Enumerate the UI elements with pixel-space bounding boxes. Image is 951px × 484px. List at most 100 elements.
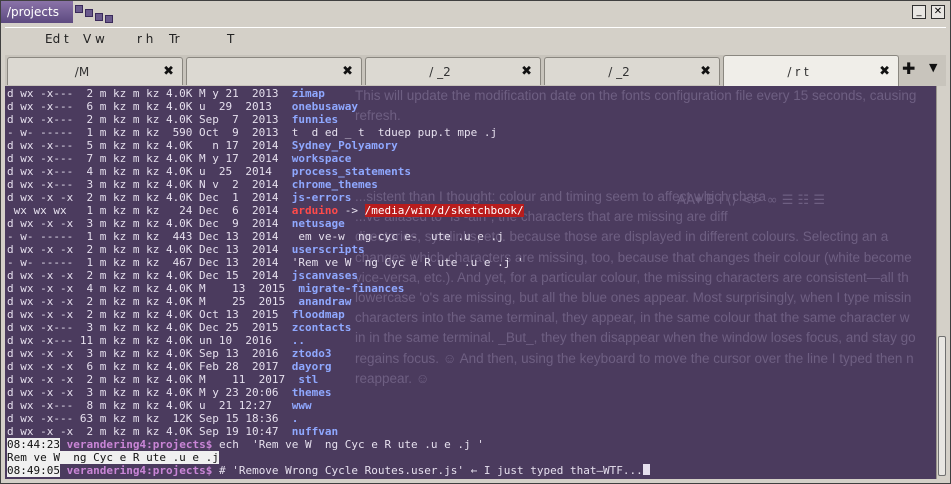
listing-row: d wx -x--- 4 m kz m kz 4.0K u 25 2014 pr… (7, 165, 650, 178)
listing-meta: d wx -x -x 2 m kz m kz 4.0K M 25 2015 (7, 295, 299, 308)
tab-label: / r t (787, 65, 809, 79)
listing-meta: d wx -x--- 63 m kz m kz 12K Sep 15 18:36 (7, 412, 292, 425)
window-title: /projects (1, 1, 73, 23)
listing-row: - w- ----- 1 m kz m kz 443 Dec 13 2014 e… (7, 230, 650, 243)
menu-bar: Ed t V w r h Tr T (5, 27, 946, 53)
listing-dir-name: onebusaway (291, 100, 359, 113)
listing-meta: d wx -x--- 4 m kz m kz 4.0K u 25 2014 (7, 165, 292, 178)
listing-row: d wx -x--- 3 m kz m kz 4.0K N v 2 2014 c… (7, 178, 650, 191)
listing-dir-name: userscripts (291, 243, 365, 256)
terminal-output[interactable]: This will update the modification date o… (5, 86, 936, 479)
close-window-button[interactable]: ✕ (931, 5, 945, 19)
tab-3[interactable]: / _2 ✖ (365, 57, 541, 85)
listing-meta: wx wx wx 1 m kz m kz 24 Dec 6 2014 (7, 204, 292, 217)
listing-link-arrow: -> (338, 204, 365, 217)
listing-row: d wx -x--- 2 m kz m kz 4.0K M y 21 2013 … (7, 87, 650, 100)
listing-meta: d wx -x--- 3 m kz m kz 4.0K N v 2 2014 (7, 178, 292, 191)
listing-dir-name: www (291, 399, 312, 412)
listing-row: d wx -x--- 6 m kz m kz 4.0K u 29 2013 on… (7, 100, 650, 113)
listing-row: d wx -x -x 3 m kz m kz 4.0K Sep 13 2016 … (7, 347, 650, 360)
listing-meta: d wx -x -x 2 m kz m kz 4.0K Sep 19 10:47 (7, 425, 292, 438)
listing-row: d wx -x--- 63 m kz m kz 12K Sep 15 18:36… (7, 412, 650, 425)
tab-4[interactable]: / _2 ✖ (544, 57, 720, 85)
listing-dir-name: . (291, 412, 299, 425)
listing-link-target: /media/win/d/sketchbook/ (364, 204, 524, 217)
listing-row: d wx -x -x 4 m kz m kz 4.0K M 13 2015 mi… (7, 282, 650, 295)
output-text: Rem ve W ng Cyc e R ute .u e .j (7, 451, 219, 464)
terminal-lines: d wx -x--- 2 m kz m kz 4.0K M y 21 2013 … (7, 87, 650, 477)
listing-meta: - w- ----- 1 m kz m kz 443 Dec 13 2014 (7, 230, 292, 243)
prompt-separator: : (146, 464, 153, 477)
menu-search[interactable]: r h (137, 32, 153, 46)
listing-meta: d wx -x--- 7 m kz m kz 4.0K M y 17 2014 (7, 152, 292, 165)
tab-bar: /M ✖ ✖ / _2 ✖ / _2 ✖ / r t ✖ ✚ ▼ (5, 55, 946, 86)
listing-file-name: 'Rem ve W ng Cyc e R ute .u e .j ' (291, 256, 524, 269)
tab-label: / _2 (429, 65, 451, 79)
listing-row: d wx -x--- 8 m kz m kz 4.0K u 21 12:27 w… (7, 399, 650, 412)
tab-list-chevron-down-icon[interactable]: ▼ (929, 61, 937, 74)
title-bar[interactable]: /projects _ ✕ (1, 1, 950, 23)
prompt-user: verandering4 (66, 464, 147, 477)
listing-dir-name: netusage (291, 217, 345, 230)
menu-terminal[interactable]: Tr (169, 32, 180, 46)
tab-label: / _2 (608, 65, 630, 79)
prompt-cwd: projects (152, 438, 206, 451)
listing-dir-name: .. (291, 334, 306, 347)
prompt-timestamp: 08:44:23 (7, 438, 60, 451)
tab-close-icon[interactable]: ✖ (700, 64, 711, 79)
listing-row: d wx -x -x 2 m kz m kz 4.0K Sep 19 10:47… (7, 425, 650, 438)
listing-meta: d wx -x--- 11 m kz m kz 4.0K un 10 2016 (7, 334, 292, 347)
listing-meta: d wx -x -x 3 m kz m kz 4.0K M y 23 20:06 (7, 386, 292, 399)
tab-close-icon[interactable]: ✖ (879, 64, 890, 79)
prompt-line: 08:44:23 verandering4:projects$ ech 'Rem… (7, 438, 650, 451)
tab-close-icon[interactable]: ✖ (342, 64, 353, 79)
listing-dir-name: js-errors (291, 191, 352, 204)
listing-dir-name: chrome_themes (291, 178, 378, 191)
listing-meta: d wx -x -x 6 m kz m kz 4.0K Feb 28 2017 (7, 360, 292, 373)
tab-close-icon[interactable]: ✖ (521, 64, 532, 79)
prompt-line: 08:49:05 verandering4:projects$ # 'Remov… (7, 464, 650, 477)
terminal-window: /projects _ ✕ Ed t V w r h Tr T /M ✖ ✖ /… (0, 0, 951, 484)
menu-view[interactable]: V w (83, 32, 105, 46)
listing-dir-name: workspace (291, 152, 352, 165)
tab-1[interactable]: /M ✖ (7, 57, 183, 85)
listing-meta: d wx -x -x 3 m kz m kz 4.0K Sep 13 2016 (7, 347, 292, 360)
listing-link-name: arduino (291, 204, 339, 217)
listing-row: d wx -x -x 2 m kz m kz 4.0K Dec 15 2014 … (7, 269, 650, 282)
listing-meta: d wx -x -x 4 m kz m kz 4.0K M 13 2015 (7, 282, 299, 295)
listing-dir-name: themes (291, 386, 332, 399)
title-decoration (73, 1, 115, 23)
listing-row: wx wx wx 1 m kz m kz 24 Dec 6 2014 ardui… (7, 204, 650, 217)
listing-row: d wx -x--- 3 m kz m kz 4.0K Dec 25 2015 … (7, 321, 650, 334)
listing-dir-name: floodmap (291, 308, 345, 321)
listing-dir-name: funnies (291, 113, 339, 126)
text-cursor (642, 464, 650, 475)
prompt-spacer (60, 438, 67, 451)
tab-5-active[interactable]: / r t ✖ (723, 55, 899, 86)
listing-row: d wx -x--- 2 m kz m kz 4.0K Sep 7 2013 f… (7, 113, 650, 126)
listing-row: d wx -x--- 5 m kz m kz 4.0K n 17 2014 Sy… (7, 139, 650, 152)
terminal-scrollbar[interactable] (936, 86, 946, 479)
scrollbar-thumb[interactable] (938, 336, 946, 476)
menu-tabs[interactable]: T (227, 32, 234, 46)
prompt-user: verandering4 (66, 438, 147, 451)
tab-2[interactable]: ✖ (186, 57, 362, 85)
menu-edit[interactable]: Ed t (45, 32, 69, 46)
listing-dir-name: stl (298, 373, 319, 386)
listing-dir-name: zimap (291, 87, 325, 100)
tab-close-icon[interactable]: ✖ (163, 64, 174, 79)
minimize-button[interactable]: _ (912, 5, 926, 19)
prompt-spacer (212, 438, 219, 451)
listing-file-name: em ve-w ng-cyc e- ute .u e .j (291, 230, 504, 243)
listing-row: d wx -x -x 6 m kz m kz 4.0K Feb 28 2017 … (7, 360, 650, 373)
listing-dir-name: ztodo3 (291, 347, 332, 360)
listing-dir-name: jscanvases (291, 269, 359, 282)
new-tab-icon[interactable]: ✚ (902, 59, 915, 78)
listing-meta: d wx -x--- 2 m kz m kz 4.0K M y 21 2013 (7, 87, 292, 100)
listing-file-name: t d ed _ t tduep pup.t mpe .j (291, 126, 498, 139)
listing-row: d wx -x--- 7 m kz m kz 4.0K M y 17 2014 … (7, 152, 650, 165)
prompt-separator: : (146, 438, 153, 451)
listing-meta: d wx -x -x 2 m kz m kz 4.0K Dec 1 2014 (7, 191, 292, 204)
listing-row: d wx -x -x 2 m kz m kz 4.0K Dec 1 2014 j… (7, 191, 650, 204)
listing-meta: d wx -x--- 5 m kz m kz 4.0K n 17 2014 (7, 139, 292, 152)
